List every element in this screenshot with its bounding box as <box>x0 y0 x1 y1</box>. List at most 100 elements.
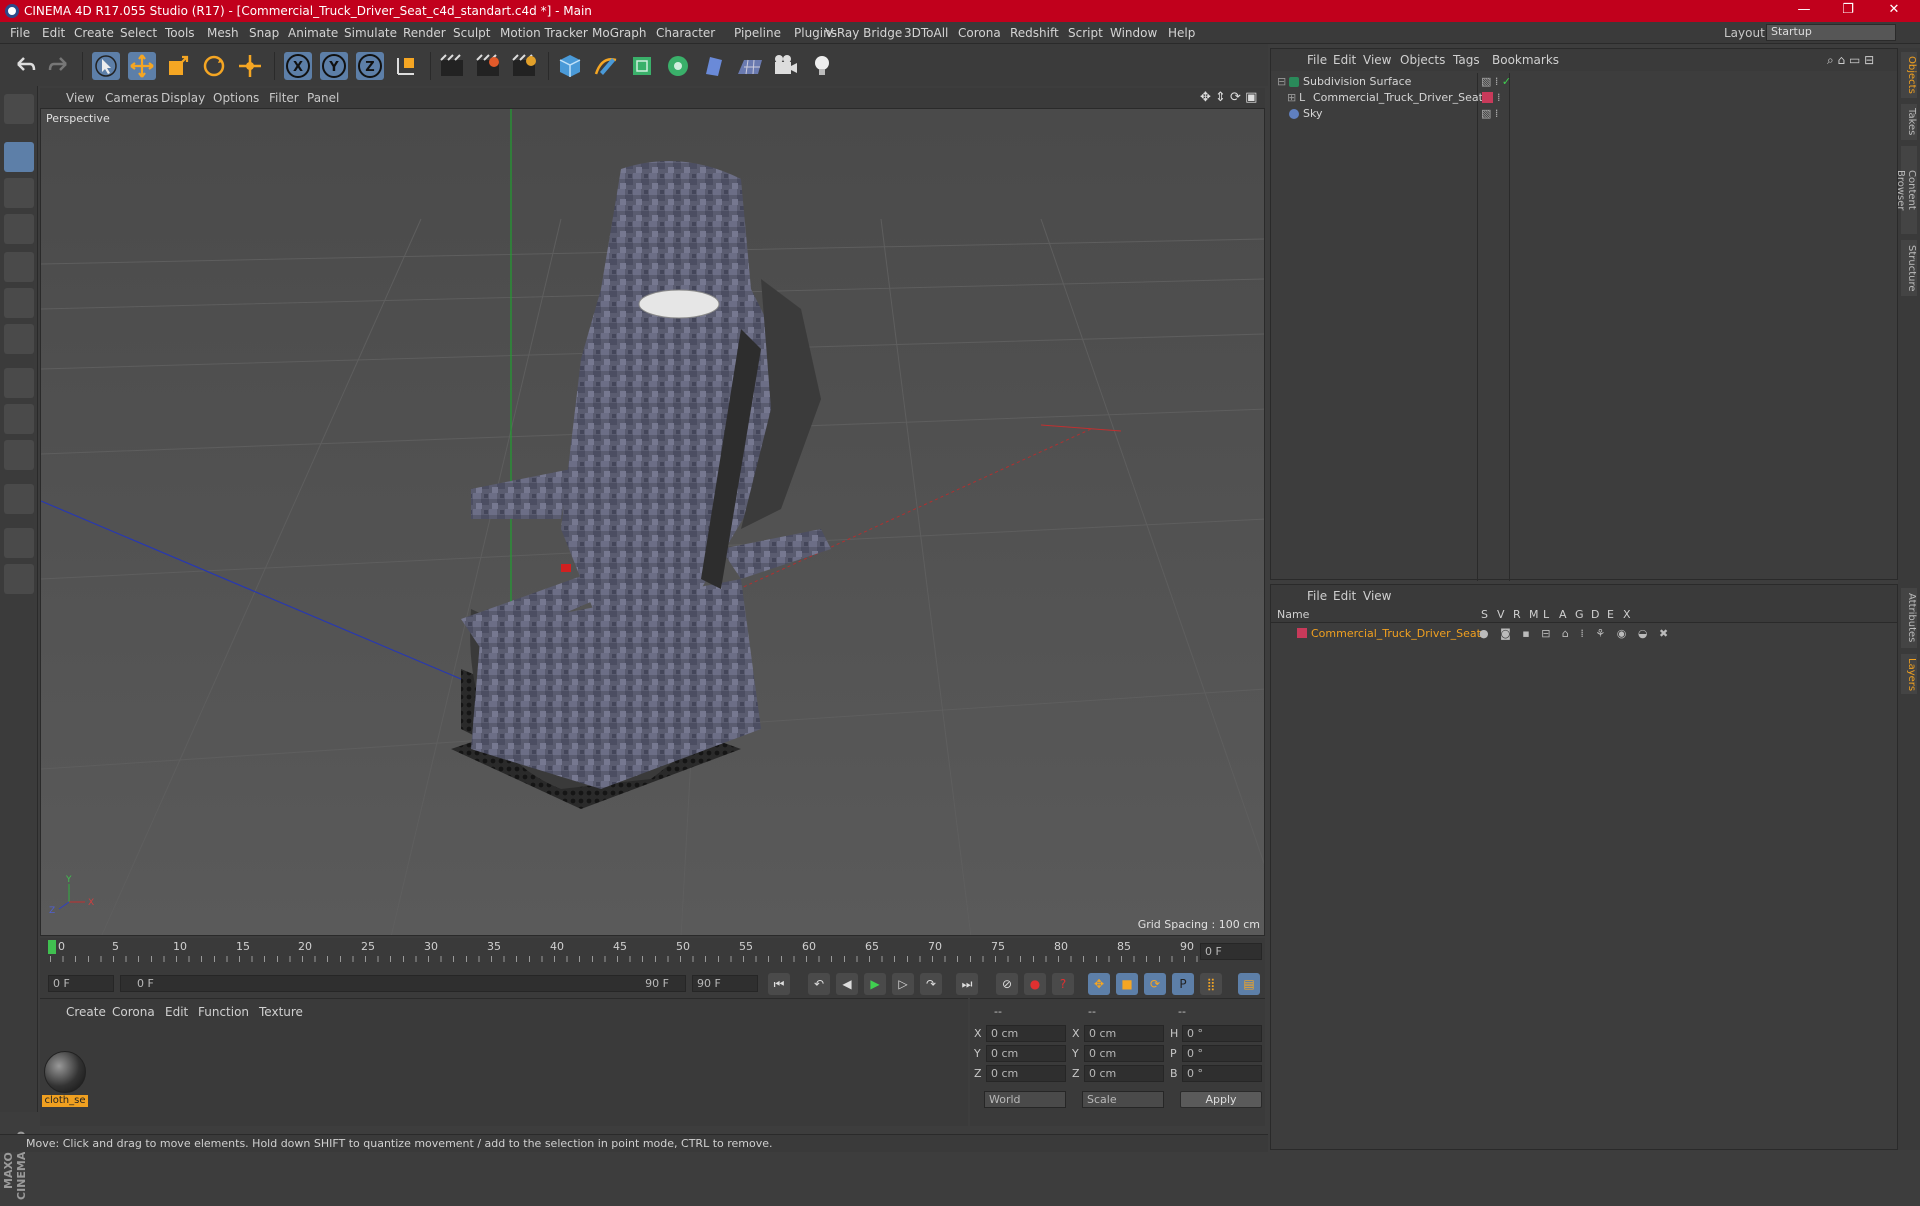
undo-icon[interactable] <box>10 52 38 80</box>
go-to-start-icon[interactable]: ⏮ <box>768 973 790 995</box>
objects-menu-file[interactable]: File <box>1307 53 1327 67</box>
redo-icon[interactable] <box>46 52 74 80</box>
layers-menu-view[interactable]: View <box>1363 589 1391 603</box>
start-frame-field[interactable]: 0 F <box>48 975 114 992</box>
viewport-menu-cameras[interactable]: Cameras <box>105 91 158 105</box>
layer-color-swatch[interactable] <box>1482 92 1493 103</box>
current-frame-field[interactable]: 0 F <box>1200 943 1262 960</box>
position-x-field[interactable]: 0 cm <box>986 1025 1066 1042</box>
viewport-navigation-icons[interactable]: ✥ ⇕ ⟳ ▣ <box>1200 90 1257 105</box>
playhead-marker[interactable] <box>48 940 56 954</box>
axis-mode-icon[interactable] <box>4 368 34 398</box>
menu-simulate[interactable]: Simulate <box>344 26 397 40</box>
layer-col-render[interactable]: R <box>1513 608 1521 621</box>
menu-tools[interactable]: Tools <box>165 26 195 40</box>
size-z-field[interactable]: 0 cm <box>1084 1065 1164 1082</box>
menu-sculpt[interactable]: Sculpt <box>453 26 490 40</box>
size-mode-select[interactable]: Scale <box>1082 1091 1164 1108</box>
floor-grid-icon[interactable] <box>736 52 764 80</box>
material-menu-create[interactable]: Create <box>66 1005 106 1019</box>
workplane-lock-icon[interactable] <box>4 528 34 558</box>
layer-col-manager[interactable]: M <box>1529 608 1539 621</box>
object-visibility-icons[interactable]: ▧ ⁞ <box>1481 105 1498 122</box>
tab-attributes[interactable]: Attributes <box>1901 588 1917 648</box>
layer-col-generators[interactable]: G <box>1575 608 1584 621</box>
material-swatch[interactable]: cloth_se <box>40 1025 92 1113</box>
viewport-menu-options[interactable]: Options <box>213 91 259 105</box>
coordinate-space-select[interactable]: World <box>984 1091 1066 1108</box>
solo-mode-icon[interactable] <box>4 440 34 470</box>
layer-col-view[interactable]: V <box>1497 608 1505 621</box>
camera-icon[interactable] <box>772 52 800 80</box>
menu-pipeline[interactable]: Pipeline <box>734 26 781 40</box>
texture-mode-icon[interactable] <box>4 178 34 208</box>
autokey-icon[interactable]: ● <box>1024 973 1046 995</box>
tab-objects[interactable]: Objects <box>1901 52 1917 98</box>
viewport-menu-filter[interactable]: Filter <box>269 91 299 105</box>
maximize-button[interactable]: ❐ <box>1836 2 1860 20</box>
material-menu-texture[interactable]: Texture <box>259 1005 303 1019</box>
key-pla-icon[interactable]: ⣿ <box>1200 973 1222 995</box>
layers-menu-file[interactable]: File <box>1307 589 1327 603</box>
render-picture-viewer-icon[interactable] <box>474 52 502 80</box>
menu-render[interactable]: Render <box>403 26 446 40</box>
size-y-field[interactable]: 0 cm <box>1084 1045 1164 1062</box>
move-tool-icon[interactable] <box>128 52 156 80</box>
object-row[interactable]: ⊟ Subdivision Surface ▧ ⁞ ✓ <box>1271 73 1897 90</box>
menu-corona[interactable]: Corona <box>958 26 1001 40</box>
menu-select[interactable]: Select <box>120 26 157 40</box>
tab-structure[interactable]: Structure <box>1901 240 1917 296</box>
mograph-cloner-icon[interactable] <box>664 52 692 80</box>
z-axis-lock-icon[interactable]: Z <box>356 52 384 80</box>
x-axis-lock-icon[interactable]: X <box>284 52 312 80</box>
layer-col-deformers[interactable]: D <box>1591 608 1599 621</box>
menu-motion-tracker[interactable]: Motion Tracker <box>500 26 588 40</box>
menu-3dtoall[interactable]: 3DToAll <box>904 26 948 40</box>
objects-menu-edit[interactable]: Edit <box>1333 53 1356 67</box>
minimize-button[interactable]: — <box>1792 2 1816 20</box>
snap-magnet-icon[interactable] <box>4 484 34 514</box>
menu-mograph[interactable]: MoGraph <box>592 26 647 40</box>
live-selection-icon[interactable] <box>92 52 120 80</box>
end-frame-field[interactable]: 90 F <box>692 975 758 992</box>
collapse-icon[interactable]: ⊟ <box>1277 73 1286 90</box>
light-icon[interactable] <box>808 52 836 80</box>
object-visibility-icons[interactable]: ▧ ⁞ ✓ <box>1481 73 1511 90</box>
key-parameter-icon[interactable]: P <box>1172 973 1194 995</box>
menu-redshift[interactable]: Redshift <box>1010 26 1059 40</box>
transform-tool-icon[interactable] <box>236 52 264 80</box>
menu-help[interactable]: Help <box>1168 26 1195 40</box>
y-axis-lock-icon[interactable]: Y <box>320 52 348 80</box>
menu-script[interactable]: Script <box>1068 26 1103 40</box>
timeline-window-icon[interactable]: ▤ <box>1238 973 1260 995</box>
timeline-ruler[interactable]: 0 5 10 15 20 25 30 35 40 45 50 55 60 65 … <box>40 938 1265 968</box>
render-settings-icon[interactable] <box>510 52 538 80</box>
position-y-field[interactable]: 0 cm <box>986 1045 1066 1062</box>
material-menu-corona[interactable]: Corona <box>112 1005 155 1019</box>
rotation-p-field[interactable]: 0 ° <box>1182 1045 1262 1062</box>
edges-mode-icon[interactable] <box>4 288 34 318</box>
object-manager-tools-icons[interactable]: ⌕ ⌂ ▭ ⊟ <box>1827 53 1874 68</box>
viewport-menu-panel[interactable]: Panel <box>307 91 339 105</box>
material-menu-function[interactable]: Function <box>198 1005 249 1019</box>
layer-col-locked[interactable]: L <box>1543 608 1549 621</box>
object-row[interactable]: ⊞ L Commercial_Truck_Driver_Seat ⁞ <box>1271 89 1897 106</box>
keyframe-selection-icon[interactable]: ? <box>1052 973 1074 995</box>
layer-col-xref[interactable]: X <box>1623 608 1631 621</box>
frame-range-slider[interactable]: 0 F 90 F <box>120 975 686 992</box>
menu-create[interactable]: Create <box>74 26 114 40</box>
layers-menu-edit[interactable]: Edit <box>1333 589 1356 603</box>
tab-layers[interactable]: Layers <box>1901 654 1917 694</box>
menu-animate[interactable]: Animate <box>288 26 338 40</box>
record-keys-icon[interactable]: ⊘ <box>996 973 1018 995</box>
layer-toggle-icons[interactable]: ● ◙ ▪ ⊟ ⌂ ⁞ ⚘ ◉ ◒ ✖ <box>1479 625 1672 642</box>
previous-key-icon[interactable]: ↶ <box>808 973 830 995</box>
workplane-mode-icon[interactable] <box>4 214 34 244</box>
go-to-end-icon[interactable]: ⏭ <box>956 973 978 995</box>
layer-col-expressions[interactable]: E <box>1607 608 1614 621</box>
menu-vray-bridge[interactable]: V-Ray Bridge <box>825 26 902 40</box>
object-row[interactable]: Sky ▧ ⁞ <box>1271 105 1897 122</box>
3d-viewport[interactable]: Y X Z Perspective Grid Spacing : 100 cm <box>40 108 1265 936</box>
render-view-icon[interactable] <box>438 52 466 80</box>
menu-edit[interactable]: Edit <box>42 26 65 40</box>
